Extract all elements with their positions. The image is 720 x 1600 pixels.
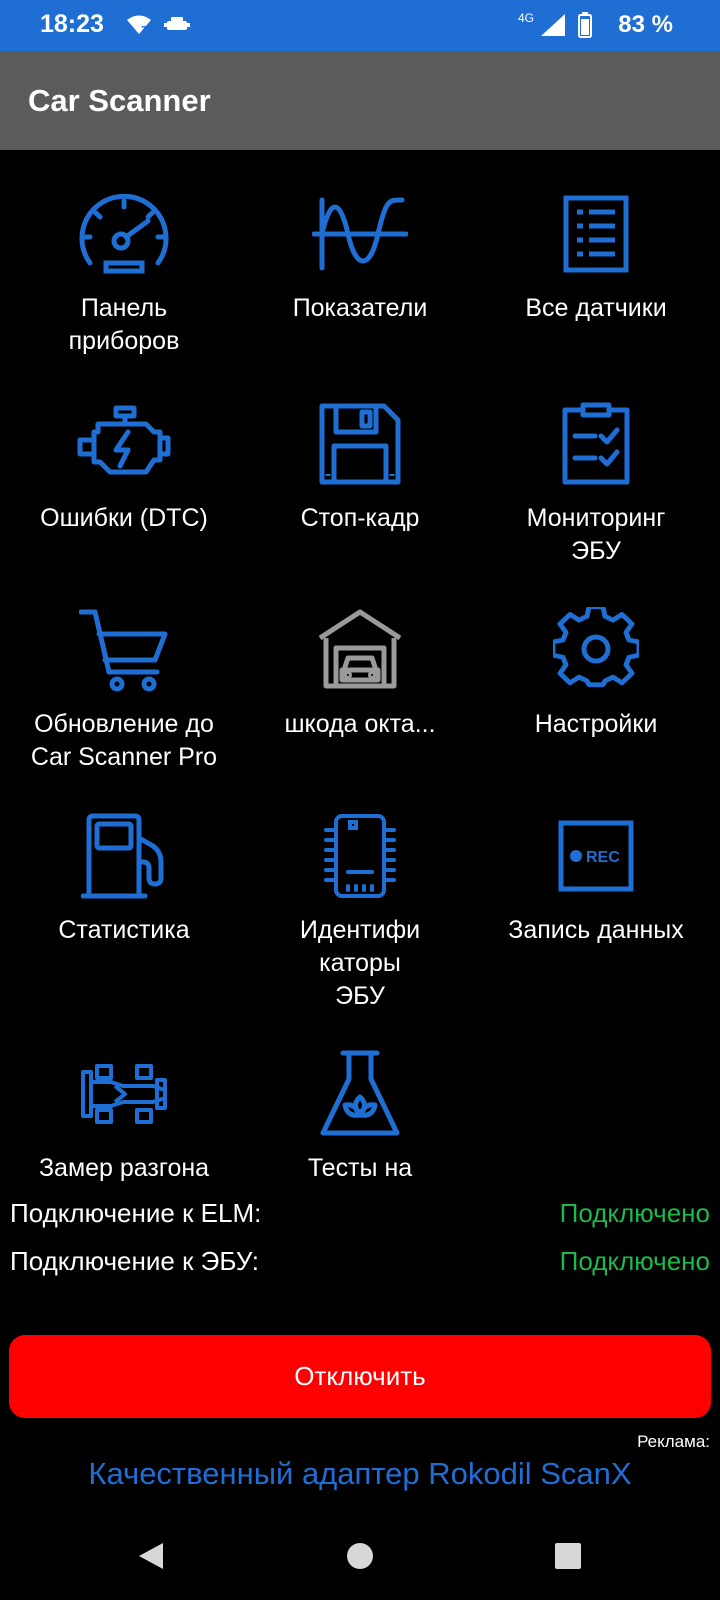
home-icon[interactable] [338, 1534, 382, 1578]
garage-car-icon [242, 600, 478, 700]
ad-label: Реклама: [637, 1432, 710, 1451]
car-icon [164, 16, 190, 39]
wifi-question-icon: ? [126, 14, 152, 41]
svg-text:?: ? [141, 24, 147, 36]
menu-item-label: Все датчики [525, 294, 667, 322]
floppy-disk-icon [242, 394, 478, 494]
menu-item-garage-car[interactable]: шкода окта... [242, 600, 478, 741]
battery-percent: 83 % [618, 11, 673, 38]
ecu-connection-status: Подключено [559, 1246, 710, 1276]
status-bar: 18:23 ? 4G 83 % [0, 0, 720, 51]
ecu-chip-icon [242, 806, 478, 906]
app-title: Car Scanner [28, 83, 211, 118]
menu-item-label: шкода окта... [284, 710, 436, 738]
menu-item-indicators[interactable]: Показатели [242, 184, 478, 325]
ecu-connection-label: Подключение к ЭБУ: [10, 1246, 260, 1276]
menu-item-label: Обновление до Car Scanner Pro [30, 710, 218, 771]
menu-item-dashboard[interactable]: Панель приборов [6, 184, 242, 358]
elm-connection-row: Подключение к ELM: Подключено [10, 1198, 710, 1229]
disconnect-button[interactable]: Отключить [9, 1335, 711, 1418]
list-document-icon [478, 184, 714, 284]
race-car-icon [6, 1044, 242, 1144]
shopping-cart-icon [6, 600, 242, 700]
disconnect-label: Отключить [294, 1361, 426, 1391]
menu-item-label: Ошибки (DTC) [40, 504, 208, 532]
elm-connection-label: Подключение к ELM: [10, 1198, 262, 1228]
menu-item-label: Запись данных [508, 916, 684, 944]
menu-item-tests[interactable]: Тесты на [242, 1044, 478, 1185]
back-icon[interactable] [129, 1534, 173, 1578]
menu-item-data-recording[interactable]: REC Запись данных [478, 806, 714, 947]
ad-link[interactable]: Качественный адаптер Rokodil ScanX [0, 1456, 720, 1492]
fuel-pump-icon [6, 806, 242, 906]
dashboard-gauge-icon [6, 184, 242, 284]
app-bar: Car Scanner [0, 51, 720, 150]
status-time: 18:23 [40, 10, 104, 38]
elm-connection-status: Подключено [559, 1198, 710, 1228]
menu-item-settings[interactable]: Настройки [478, 600, 714, 741]
menu-item-label: Мониторинг ЭБУ [526, 504, 666, 565]
navigation-bar [0, 1510, 720, 1600]
rec-icon: REC [478, 806, 714, 906]
engine-check-icon [6, 394, 242, 494]
menu-item-label: Статистика [58, 916, 190, 944]
recents-icon[interactable] [546, 1534, 590, 1578]
menu-item-ecu-identifiers[interactable]: Идентифи каторы ЭБУ [242, 806, 478, 1013]
sine-wave-icon [242, 184, 478, 284]
battery-icon [578, 12, 592, 43]
menu-item-ecu-monitoring[interactable]: Мониторинг ЭБУ [478, 394, 714, 568]
menu-item-all-sensors[interactable]: Все датчики [478, 184, 714, 325]
signal-icon [541, 14, 565, 41]
menu-item-label: Идентифи каторы ЭБУ [299, 916, 421, 1010]
menu-item-label: Замер разгона [38, 1154, 210, 1182]
flask-leaf-icon [242, 1044, 478, 1144]
menu-item-acceleration[interactable]: Замер разгона [6, 1044, 242, 1185]
rec-text: REC [586, 849, 620, 866]
gear-icon [478, 600, 714, 700]
ecu-connection-row: Подключение к ЭБУ: Подключено [10, 1246, 710, 1277]
clipboard-check-icon [478, 394, 714, 494]
menu-item-freeze-frame[interactable]: Стоп-кадр [242, 394, 478, 535]
menu-item-dtc[interactable]: Ошибки (DTC) [6, 394, 242, 535]
menu-item-statistics[interactable]: Статистика [6, 806, 242, 947]
network-4g-icon: 4G [518, 12, 534, 24]
menu-item-label: Стоп-кадр [300, 504, 420, 532]
menu-item-label: Тесты на [307, 1154, 413, 1182]
menu-item-upgrade-pro[interactable]: Обновление до Car Scanner Pro [6, 600, 242, 774]
menu-item-label: Панель приборов [68, 294, 180, 355]
menu-item-label: Настройки [534, 710, 658, 738]
menu-item-label: Показатели [292, 294, 428, 322]
network-type: 4G [518, 11, 535, 25]
